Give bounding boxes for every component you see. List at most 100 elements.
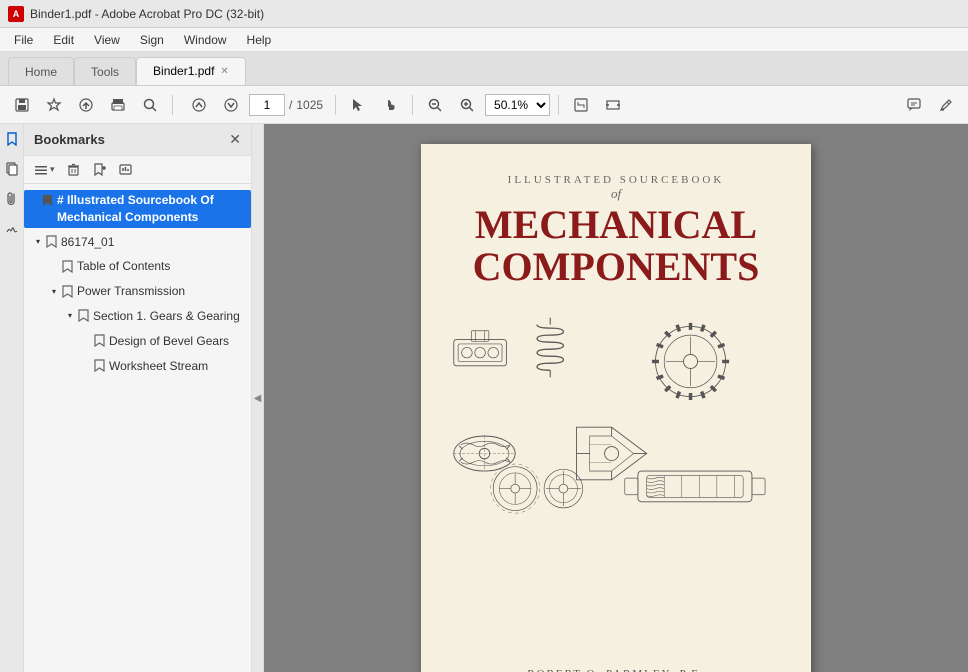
expand-icon-design bbox=[80, 335, 92, 347]
zoom-in-icon bbox=[459, 97, 475, 113]
bookmark-design-label: Design of Bevel Gears bbox=[109, 333, 247, 350]
menu-file[interactable]: File bbox=[4, 31, 43, 49]
pages-panel-icon[interactable] bbox=[1, 158, 23, 180]
zoom-out-button[interactable] bbox=[421, 91, 449, 119]
title-text: Binder1.pdf - Adobe Acrobat Pro DC (32-b… bbox=[30, 7, 960, 21]
zoom-in-button[interactable] bbox=[453, 91, 481, 119]
panel-collapse-handle[interactable]: ◀ bbox=[252, 124, 264, 672]
hand-icon bbox=[382, 97, 398, 113]
fit-width-button[interactable] bbox=[599, 91, 627, 119]
zoom-select[interactable]: 50.1% 25% 50% 75% 100% 125% 150% 200% bbox=[485, 94, 550, 116]
bookmark-icon-section1 bbox=[76, 309, 90, 323]
page-navigation: / 1025 bbox=[185, 91, 323, 119]
bookmark-icon-power bbox=[60, 284, 74, 298]
bookmark-icon-toc bbox=[60, 259, 74, 273]
cover-illustration bbox=[445, 296, 787, 576]
bookmark-power-row[interactable]: ▾ Power Transmission bbox=[24, 281, 251, 302]
panel-title: Bookmarks bbox=[34, 132, 105, 147]
page-number-input[interactable] bbox=[249, 94, 285, 116]
panel-toolbar: ▾ bbox=[24, 156, 251, 184]
bookmark-worksheet: Worksheet Stream bbox=[24, 354, 251, 379]
signature-panel-icon[interactable] bbox=[1, 218, 23, 240]
tab-home[interactable]: Home bbox=[8, 57, 74, 85]
page-total-label: / bbox=[289, 98, 292, 112]
next-page-button[interactable] bbox=[217, 91, 245, 119]
expand-icon-86174: ▾ bbox=[32, 236, 44, 248]
bookmark-options-dropdown[interactable]: ▾ bbox=[30, 161, 59, 179]
bookmark-toc: Table of Contents bbox=[24, 254, 251, 279]
upload-button[interactable] bbox=[72, 91, 100, 119]
add-bookmark-button[interactable] bbox=[40, 91, 68, 119]
comment-icon bbox=[906, 97, 922, 113]
title-bar: A Binder1.pdf - Adobe Acrobat Pro DC (32… bbox=[0, 0, 968, 28]
upload-icon bbox=[78, 97, 94, 113]
cover-author: Robert O. Parmley, P.E. bbox=[527, 662, 704, 672]
tab-close-icon[interactable]: ✕ bbox=[220, 66, 228, 77]
tab-tools[interactable]: Tools bbox=[74, 57, 136, 85]
bookmark-root-row[interactable]: # Illustrated Sourcebook Of Mechanical C… bbox=[24, 190, 251, 228]
fit-page-icon bbox=[573, 97, 589, 113]
search-button[interactable] bbox=[136, 91, 164, 119]
menu-bar: File Edit View Sign Window Help bbox=[0, 28, 968, 52]
bookmark-design-row[interactable]: Design of Bevel Gears bbox=[24, 331, 251, 352]
bookmark-86174-label: 86174_01 bbox=[61, 234, 247, 251]
select-tool-button[interactable] bbox=[344, 91, 372, 119]
panel-close-button[interactable]: ✕ bbox=[229, 131, 241, 148]
comment-button[interactable] bbox=[900, 91, 928, 119]
panel-header: Bookmarks ✕ bbox=[24, 124, 251, 156]
trash-icon bbox=[67, 163, 80, 176]
expand-icon-worksheet bbox=[80, 360, 92, 372]
toolbar-separator-4 bbox=[558, 95, 559, 115]
toolbar-separator-1 bbox=[172, 95, 173, 115]
bookmark-panel-icon[interactable] bbox=[1, 128, 23, 150]
properties-button[interactable] bbox=[115, 159, 137, 181]
save-button[interactable] bbox=[8, 91, 36, 119]
menu-sign[interactable]: Sign bbox=[130, 31, 174, 49]
menu-window[interactable]: Window bbox=[174, 31, 237, 49]
bookmark-root: # Illustrated Sourcebook Of Mechanical C… bbox=[24, 188, 251, 230]
bookmark-section1: ▾ Section 1. Gears & Gearing bbox=[24, 304, 251, 329]
expand-icon-power: ▾ bbox=[48, 285, 60, 297]
bookmark-root-label: # Illustrated Sourcebook Of Mechanical C… bbox=[57, 192, 247, 226]
menu-help[interactable]: Help bbox=[237, 31, 282, 49]
bookmark-design: Design of Bevel Gears bbox=[24, 329, 251, 354]
prev-page-button[interactable] bbox=[185, 91, 213, 119]
toolbar: / 1025 50.1% 25% 50% 75 bbox=[0, 86, 968, 124]
new-bookmark-button[interactable] bbox=[89, 159, 111, 181]
tab-bar: Home Tools Binder1.pdf ✕ bbox=[0, 52, 968, 86]
bookmark-86174-row[interactable]: ▾ 86174_01 bbox=[24, 232, 251, 253]
tab-binder[interactable]: Binder1.pdf ✕ bbox=[136, 57, 246, 85]
expand-icon-toc bbox=[48, 260, 60, 272]
bookmark-toc-row[interactable]: Table of Contents bbox=[24, 256, 251, 277]
new-bookmark-icon bbox=[93, 163, 106, 176]
down-arrow-icon bbox=[224, 98, 238, 112]
save-icon bbox=[14, 97, 30, 113]
bookmark-section1-row[interactable]: ▾ Section 1. Gears & Gearing bbox=[24, 306, 251, 327]
pdf-viewer-area: Illustrated Sourcebook of Mechanical Com… bbox=[264, 124, 968, 672]
bookmarks-panel: Bookmarks ✕ ▾ bbox=[24, 124, 252, 672]
cover-of-text: of bbox=[445, 186, 787, 202]
up-arrow-icon bbox=[192, 98, 206, 112]
fit-page-button[interactable] bbox=[567, 91, 595, 119]
print-button[interactable] bbox=[104, 91, 132, 119]
cursor-icon bbox=[350, 97, 366, 113]
bookmark-power-label: Power Transmission bbox=[77, 283, 247, 300]
total-pages: 1025 bbox=[296, 98, 323, 112]
menu-view[interactable]: View bbox=[84, 31, 130, 49]
expand-icon-section1: ▾ bbox=[64, 310, 76, 322]
properties-icon bbox=[119, 163, 132, 176]
app-icon: A bbox=[8, 6, 24, 22]
pdf-page: Illustrated Sourcebook of Mechanical Com… bbox=[421, 144, 811, 672]
attachment-panel-icon[interactable] bbox=[1, 188, 23, 210]
menu-icon bbox=[34, 163, 48, 177]
hand-tool-button[interactable] bbox=[376, 91, 404, 119]
menu-edit[interactable]: Edit bbox=[43, 31, 84, 49]
toolbar-separator-2 bbox=[335, 95, 336, 115]
bookmark-icon-worksheet bbox=[92, 359, 106, 373]
bookmarks-tree: # Illustrated Sourcebook Of Mechanical C… bbox=[24, 184, 251, 672]
delete-bookmark-button[interactable] bbox=[63, 159, 85, 181]
pen-button[interactable] bbox=[932, 91, 960, 119]
bookmark-power: ▾ Power Transmission bbox=[24, 279, 251, 304]
cover-top-text: Illustrated Sourcebook bbox=[445, 174, 787, 186]
bookmark-worksheet-row[interactable]: Worksheet Stream bbox=[24, 356, 251, 377]
